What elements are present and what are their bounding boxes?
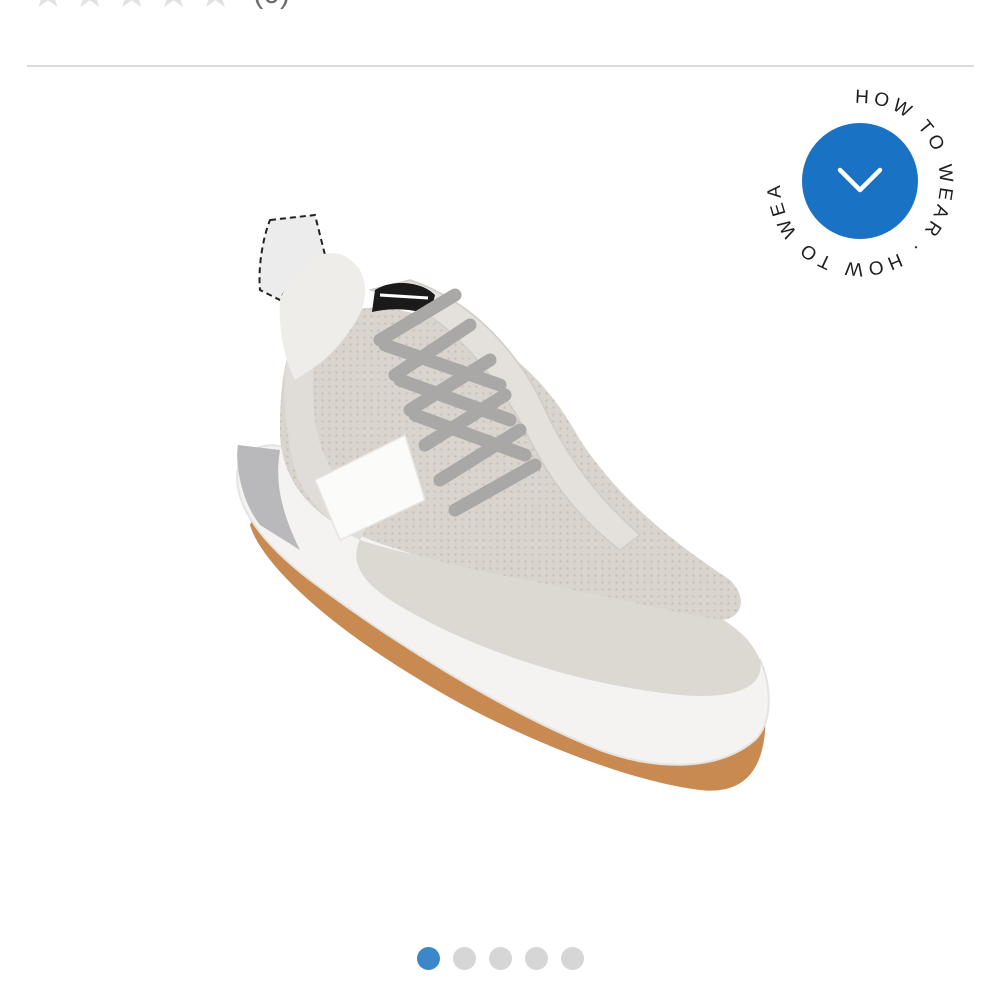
carousel-dot[interactable]	[524, 947, 548, 970]
sneaker-illustration	[236, 213, 770, 791]
carousel-dot[interactable]	[452, 947, 476, 970]
product-image[interactable]	[200, 180, 800, 840]
product-page: ★ ★ ★ ★ ★ (0)	[0, 0, 1000, 1000]
how-to-wear-circle	[802, 123, 918, 239]
carousel-dot[interactable]	[560, 947, 584, 970]
star-icon: ★	[197, 0, 233, 14]
star-icon: ★	[114, 0, 150, 14]
review-count[interactable]: (0)	[253, 0, 290, 11]
star-icon: ★	[30, 0, 66, 14]
star-icon: ★	[156, 0, 192, 14]
carousel-dot[interactable]	[416, 947, 440, 970]
carousel-dot[interactable]	[488, 947, 512, 970]
how-to-wear-badge: HOW TO WEAR · HOW TO WEAR ·	[760, 88, 952, 278]
carousel-dots	[0, 947, 1000, 970]
star-icon: ★	[72, 0, 108, 14]
how-to-wear-button[interactable]: HOW TO WEAR · HOW TO WEAR ·	[760, 88, 960, 278]
rating-row[interactable]: ★ ★ ★ ★ ★ (0)	[30, 0, 290, 16]
divider	[27, 65, 974, 67]
